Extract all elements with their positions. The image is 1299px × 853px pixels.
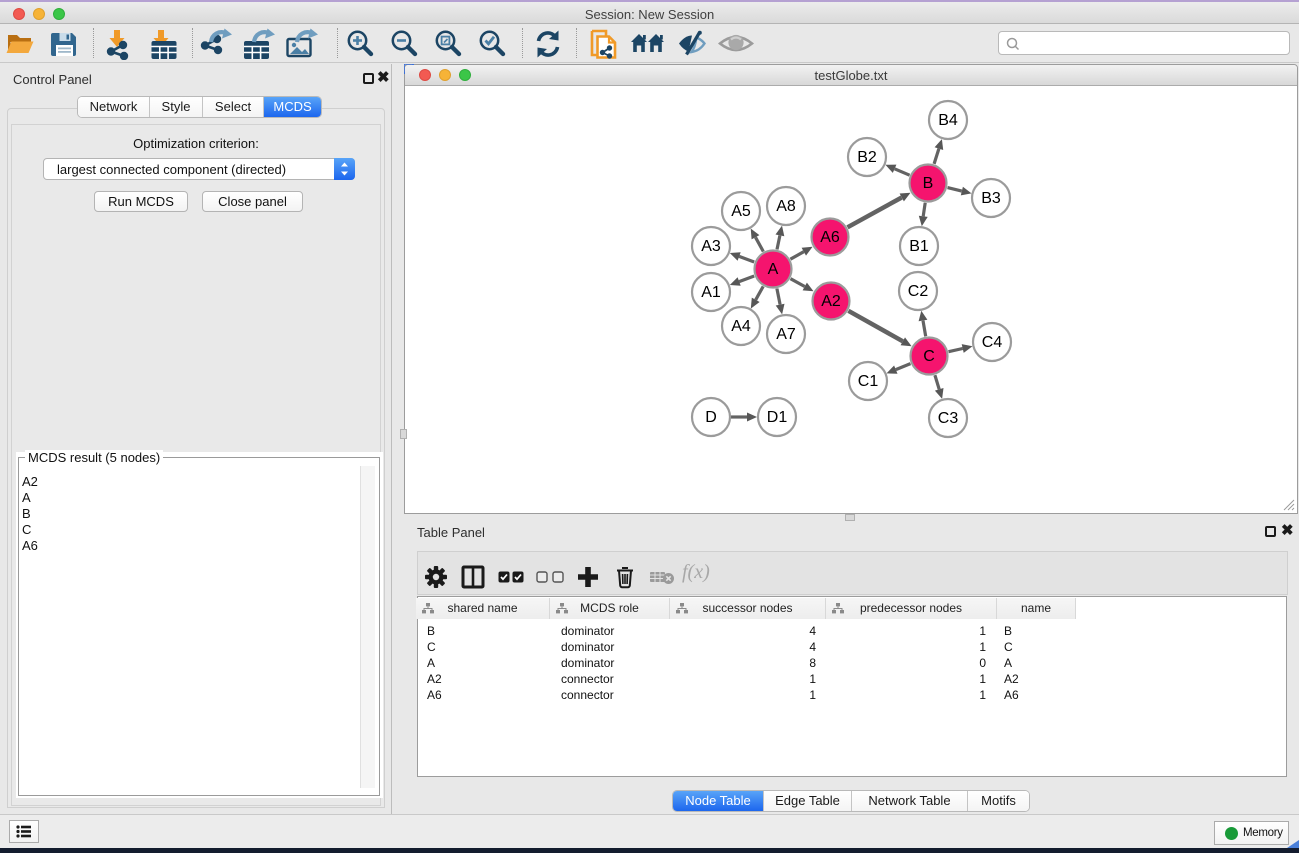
svg-text:B4: B4	[938, 112, 958, 129]
svg-text:A: A	[768, 261, 779, 278]
svg-text:C2: C2	[908, 283, 929, 300]
svg-text:C1: C1	[858, 373, 879, 390]
svg-text:A3: A3	[701, 238, 721, 255]
svg-text:A5: A5	[731, 203, 751, 220]
svg-text:B1: B1	[909, 238, 929, 255]
svg-text:B: B	[923, 175, 934, 192]
svg-text:A2: A2	[821, 293, 841, 310]
svg-text:B3: B3	[981, 190, 1001, 207]
svg-text:C: C	[923, 348, 935, 365]
svg-text:A6: A6	[820, 229, 840, 246]
svg-text:A1: A1	[701, 284, 721, 301]
svg-text:A4: A4	[731, 318, 751, 335]
svg-text:A8: A8	[776, 198, 796, 215]
svg-text:C4: C4	[982, 334, 1003, 351]
svg-text:B2: B2	[857, 149, 877, 166]
svg-text:D1: D1	[767, 409, 788, 426]
svg-text:A7: A7	[776, 326, 796, 343]
svg-text:D: D	[705, 409, 717, 426]
svg-text:C3: C3	[938, 410, 959, 427]
